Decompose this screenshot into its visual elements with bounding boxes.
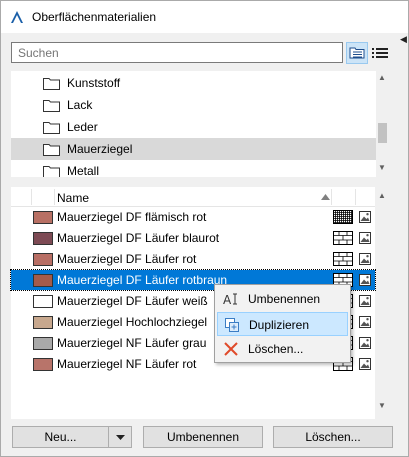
tree-item-metall[interactable]: Metall [11,160,376,177]
title-bar: Oberflächenmaterialien [1,1,408,33]
texture-image-icon[interactable] [359,232,371,244]
texture-image-icon[interactable] [359,316,371,328]
material-name: Mauerziegel DF Läufer rotbraun [57,273,228,287]
color-swatch [33,316,53,329]
delete-button-label: Löschen... [305,430,361,444]
tree-item-lack[interactable]: Lack [11,94,376,116]
tree-item-kunststoff[interactable]: Kunststoff [11,72,376,94]
tree-item-mauerziegel[interactable]: Mauerziegel [11,138,376,160]
search-field[interactable] [11,42,343,63]
texture-image-icon[interactable] [359,211,371,223]
menu-item-duplicate[interactable]: Duplizieren [217,312,348,336]
menu-item-label: Duplizieren [249,318,310,332]
material-name: Mauerziegel DF Läufer weiß [57,294,208,308]
menu-item-label: Löschen... [248,342,304,356]
folder-icon [43,165,60,177]
column-separator[interactable] [54,189,55,205]
new-dropdown-button[interactable] [108,426,132,448]
scroll-down-icon[interactable]: ▼ [378,163,386,172]
color-swatch [33,337,53,350]
window-title: Oberflächenmaterialien [32,10,157,24]
folder-icon [43,143,60,156]
new-button[interactable]: Neu... [12,426,109,448]
folder-tree-view-button[interactable] [346,42,368,64]
rename-icon: A [223,293,237,307]
tree-item-label: Mauerziegel [67,142,133,156]
materials-window: Oberflächenmaterialien ◀ Kunststoff Lack [0,0,409,457]
texture-image-icon[interactable] [359,274,371,286]
sort-ascending-icon[interactable] [321,194,330,200]
list-scrollbar[interactable]: ▲ ▼ [376,187,389,419]
material-name: Mauerziegel NF Läufer rot [57,357,197,371]
menu-item-rename[interactable]: A Umbenennen [217,287,348,311]
chevron-down-icon [115,434,125,440]
list-row[interactable]: Mauerziegel DF Läufer rot [11,249,375,269]
texture-image-icon[interactable] [359,253,371,265]
material-name: Mauerziegel DF flämisch rot [57,210,207,224]
category-tree: Kunststoff Lack Leder Mauerziegel Metall [11,71,389,177]
list-row[interactable]: Mauerziegel DF Läufer blaurot [11,228,375,248]
column-separator[interactable] [355,189,356,205]
scroll-up-icon[interactable]: ▲ [378,73,386,82]
list-view-button[interactable] [369,42,391,64]
color-swatch [33,232,53,245]
context-menu: A Umbenennen Duplizieren Löschen... [214,284,351,363]
color-swatch [33,274,53,287]
material-name: Mauerziegel Hochlochziegel [57,315,208,329]
material-name: Mauerziegel NF Läufer grau [57,336,207,350]
scroll-up-icon[interactable]: ▲ [378,191,386,200]
tree-item-label: Leder [67,120,98,134]
rename-button[interactable]: Umbenennen [143,426,263,448]
column-separator[interactable] [331,189,332,205]
tree-item-label: Lack [67,98,93,112]
svg-text:A: A [223,293,232,307]
delete-icon [224,342,238,356]
list-view-icon [372,48,388,58]
texture-image-icon[interactable] [359,295,371,307]
new-button-label: Neu... [44,430,77,444]
collapse-arrow-icon[interactable]: ◀ [400,34,407,45]
material-name: Mauerziegel DF Läufer rot [57,252,197,266]
menu-item-label: Umbenennen [248,292,321,306]
folder-icon [43,99,60,112]
tree-scrollbar[interactable]: ▲ ▼ [376,71,389,177]
rename-button-label: Umbenennen [166,430,240,444]
texture-image-icon[interactable] [359,337,371,349]
brick-pattern-icon [333,231,353,245]
menu-item-delete[interactable]: Löschen... [217,337,348,361]
column-separator[interactable] [31,189,32,205]
search-input[interactable] [12,43,342,62]
tree-item-label: Metall [67,164,100,177]
column-header-name[interactable]: Name [57,191,89,205]
color-swatch [33,211,53,224]
delete-button[interactable]: Löschen... [273,426,393,448]
texture-image-icon[interactable] [359,358,371,370]
list-header: Name [11,187,375,207]
duplicate-icon [225,318,239,332]
folder-icon [43,77,60,90]
brick-pattern-icon [333,252,353,266]
folder-icon [43,121,60,134]
color-swatch [33,358,53,371]
list-row[interactable]: Mauerziegel DF flämisch rot [11,207,375,227]
tree-item-leder[interactable]: Leder [11,116,376,138]
color-swatch [33,253,53,266]
folder-tree-icon [349,47,365,59]
archicad-logo-icon [11,11,23,23]
scroll-down-icon[interactable]: ▼ [378,401,386,410]
tree-item-label: Kunststoff [67,76,121,90]
grid-pattern-icon [333,210,353,224]
material-name: Mauerziegel DF Läufer blaurot [57,231,220,245]
color-swatch [33,295,53,308]
scroll-thumb[interactable] [378,123,387,143]
